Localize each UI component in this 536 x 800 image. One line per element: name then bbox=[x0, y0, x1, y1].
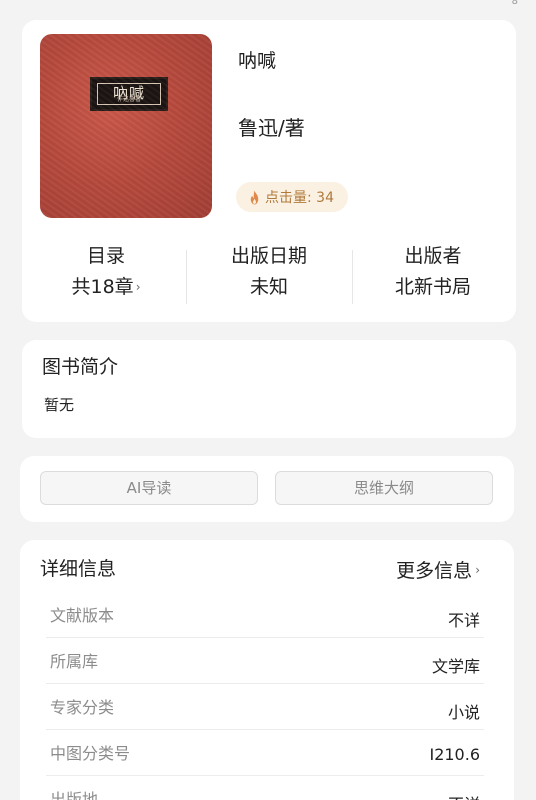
ai-read-button[interactable]: AI导读 bbox=[40, 471, 258, 505]
detail-row: 文献版本 不详 bbox=[46, 592, 484, 638]
stat-catalog-label: 目录 bbox=[86, 245, 125, 267]
detail-key: 所属库 bbox=[50, 652, 99, 671]
detail-value: I210.6 bbox=[429, 745, 480, 764]
book-intro-card: 图书简介 暂无 bbox=[22, 340, 516, 438]
cover-label-frame: 吶喊 作迅魯著 bbox=[97, 83, 161, 105]
ai-actions-card: AI导读 思维大纲 bbox=[20, 456, 514, 522]
more-info-label: 更多信息 bbox=[396, 560, 473, 582]
detail-value: 不详 bbox=[447, 611, 480, 630]
stat-publisher-value: 北新书局 bbox=[394, 276, 471, 298]
stat-catalog-value: 共18章 bbox=[71, 276, 134, 298]
status-corner-text: 8 bbox=[511, 0, 518, 7]
detail-key: 出版地 bbox=[50, 790, 99, 800]
details-card: 详细信息 更多信息 › 文献版本 不详 所属库 文学库 专家分类 小说 中图分类号… bbox=[20, 540, 514, 800]
stat-divider bbox=[186, 250, 187, 304]
detail-value: 文学库 bbox=[431, 657, 480, 676]
mind-map-button[interactable]: 思维大纲 bbox=[275, 471, 493, 505]
flame-icon bbox=[250, 190, 259, 204]
book-author: 鲁迅/著 bbox=[238, 116, 305, 140]
click-count-text: 点击量: 34 bbox=[265, 190, 334, 206]
detail-value: 小说 bbox=[447, 703, 480, 722]
more-info-link[interactable]: 更多信息 › bbox=[396, 556, 480, 583]
cover-title: 吶喊 bbox=[112, 84, 145, 102]
detail-row: 中图分类号 I210.6 bbox=[46, 730, 484, 776]
stat-publish-date: 出版日期 未知 bbox=[202, 242, 336, 312]
book-title: 呐喊 bbox=[238, 50, 277, 72]
book-cover[interactable]: 吶喊 作迅魯著 bbox=[40, 34, 212, 218]
cover-label: 吶喊 作迅魯著 bbox=[90, 77, 168, 111]
detail-key: 文献版本 bbox=[50, 606, 115, 625]
stat-publish-date-value: 未知 bbox=[249, 276, 288, 298]
book-detail-page: 8 吶喊 作迅魯著 呐喊 鲁迅/著 点击量: 34 目录 共18章 › 出版日期… bbox=[0, 0, 536, 800]
detail-key: 专家分类 bbox=[50, 698, 115, 717]
chevron-right-icon: › bbox=[475, 563, 480, 577]
detail-row: 出版地 不详 bbox=[46, 776, 484, 800]
detail-row: 专家分类 小说 bbox=[46, 684, 484, 730]
detail-row: 所属库 文学库 bbox=[46, 638, 484, 684]
intro-title: 图书简介 bbox=[42, 356, 119, 378]
detail-value: 不详 bbox=[448, 791, 480, 800]
stat-publisher: 出版者 北新书局 bbox=[366, 242, 500, 312]
detail-key: 中图分类号 bbox=[50, 744, 131, 763]
cover-subtitle: 作迅魯著 bbox=[116, 96, 141, 103]
chevron-right-icon: › bbox=[135, 280, 141, 294]
stat-publish-date-label: 出版日期 bbox=[230, 245, 307, 267]
click-count-badge: 点击量: 34 bbox=[236, 182, 348, 212]
book-stats: 目录 共18章 › 出版日期 未知 出版者 北新书局 bbox=[22, 242, 516, 312]
stat-catalog[interactable]: 目录 共18章 › bbox=[42, 242, 170, 312]
stat-divider bbox=[352, 250, 353, 304]
book-info-card: 吶喊 作迅魯著 呐喊 鲁迅/著 点击量: 34 目录 共18章 › 出版日期 未知 bbox=[22, 20, 516, 322]
details-title: 详细信息 bbox=[40, 558, 117, 580]
intro-text: 暂无 bbox=[44, 396, 75, 414]
stat-publisher-label: 出版者 bbox=[404, 245, 462, 267]
